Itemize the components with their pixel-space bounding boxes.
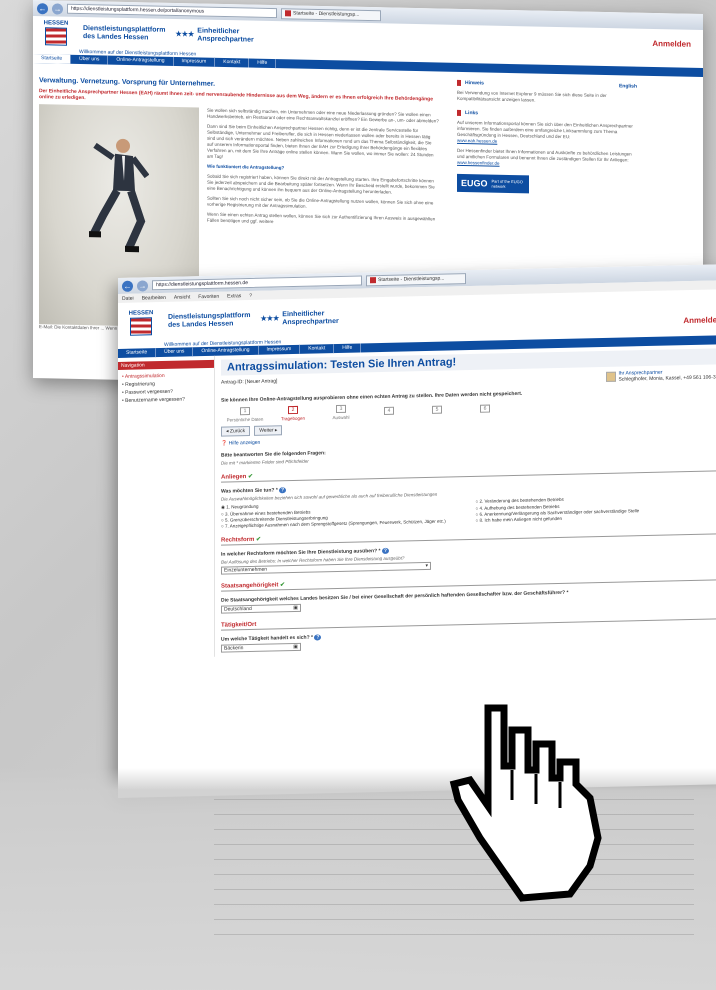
contact-person: Ihr Ansprechpartner Schlegthofer, Monia, … — [605, 368, 716, 383]
portal-title: Dienstleistungsplattform des Landes Hesse… — [83, 25, 166, 42]
staatsangehoerigkeit-input[interactable]: Deutschland ▣ — [221, 603, 301, 614]
info-icon[interactable]: ? — [314, 634, 322, 641]
pointer-hand-icon — [449, 704, 602, 902]
back-button[interactable]: ◂ Zurück — [221, 426, 251, 437]
back-icon[interactable]: ← — [37, 2, 48, 14]
favicon-icon — [370, 277, 376, 284]
check-icon: ✔ — [280, 582, 286, 589]
nav-benutzername-vergessen[interactable]: • Benutzername vergessen? — [118, 395, 214, 405]
step-5[interactable]: 5 — [413, 405, 461, 416]
nav-hilfe[interactable]: Hilfe — [249, 58, 277, 69]
menu-help[interactable]: ? — [249, 292, 252, 298]
links-heading: Links — [457, 109, 637, 120]
lookup-icon[interactable]: ▣ — [293, 605, 298, 612]
hinweis-box: Hinweis English Bei Verwendung von Inter… — [457, 79, 637, 103]
antrag-content: Navigation • Antragssimulation • Registr… — [118, 344, 716, 659]
info-icon[interactable]: ? — [381, 547, 389, 555]
browser-tab-front[interactable]: Startseite - Dienstleistungsp... — [366, 272, 466, 286]
browser-tab[interactable]: Startseite - Dienstleistungsp... — [281, 7, 381, 21]
hessen-logo[interactable]: HESSEN — [39, 20, 73, 46]
reflection-line — [214, 919, 694, 925]
crest-icon — [45, 26, 67, 46]
address-bar-front[interactable]: https://dienstleistungsplattform.hessen.… — [152, 275, 362, 291]
antrag-main: Antragssimulation: Testen Sie Ihren Antr… — [214, 344, 716, 657]
check-icon: ✔ — [256, 536, 262, 543]
nav-kontakt[interactable]: Kontakt — [215, 57, 250, 68]
lookup-icon[interactable]: ▣ — [293, 644, 298, 651]
running-businessman-image — [89, 138, 149, 253]
left-navigation: Navigation • Antragssimulation • Registr… — [118, 356, 214, 659]
english-link[interactable]: English — [619, 83, 637, 89]
address-bar[interactable]: https://dienstleistungsplattform.hessen.… — [67, 3, 277, 19]
check-icon: ✔ — [248, 473, 254, 481]
forward-icon[interactable]: → — [137, 279, 148, 292]
nav-startseite[interactable]: Startseite — [33, 54, 72, 64]
step-1[interactable]: 1 Persönliche Daten — [221, 407, 269, 423]
menu-favoriten[interactable]: Favoriten — [198, 293, 219, 299]
login-link[interactable]: Anmelden — [652, 39, 691, 49]
eap-logo: ★★★ Einheitlicher Ansprechpartner — [175, 27, 254, 44]
help-icon: ❓ — [221, 440, 228, 447]
hinweis-heading: Hinweis English — [457, 79, 637, 90]
hessen-logo[interactable]: HESSEN — [124, 310, 158, 336]
nav-online-antragstellung[interactable]: Online-Antragstellung — [108, 55, 174, 66]
step-2[interactable]: 2 Tragebogen — [269, 405, 317, 421]
eugo-logo[interactable]: EUGO Part of the EUGO network — [457, 173, 529, 194]
nav-impressum[interactable]: Impressum — [173, 56, 216, 67]
antrag-id: Antrag-ID: [Neuer Antrag] — [221, 378, 278, 386]
eap-logo: ★★★ Einheitlicher Ansprechpartner — [260, 310, 339, 327]
links-box: Links Auf unserem Informationsportal kön… — [457, 109, 637, 170]
next-button[interactable]: Weiter ▸ — [254, 425, 283, 436]
info-icon[interactable]: ? — [279, 487, 287, 494]
favicon-icon — [285, 10, 291, 17]
step-3[interactable]: 3 Auswahl — [317, 404, 365, 420]
crest-icon — [130, 316, 152, 336]
nav-ueber-uns[interactable]: Über uns — [71, 54, 109, 65]
taetigkeit-input[interactable]: Bäckerin ▣ — [221, 642, 301, 653]
menu-bearbeiten[interactable]: Bearbeiten — [142, 294, 166, 301]
navigation-title: Navigation — [118, 359, 214, 370]
menu-datei[interactable]: Datei — [122, 295, 134, 301]
menu-ansicht[interactable]: Ansicht — [174, 294, 190, 300]
menu-extras[interactable]: Extras — [227, 293, 241, 299]
chevron-down-icon: ▾ — [425, 562, 428, 570]
stars-icon: ★★★ — [175, 30, 195, 39]
step-4[interactable]: 4 — [365, 406, 413, 417]
login-link-front[interactable]: Anmelden — [683, 315, 716, 325]
portal-title: Dienstleistungsplattform des Landes Hesse… — [168, 311, 251, 329]
step-6[interactable]: 6 — [461, 404, 509, 415]
avatar — [605, 371, 616, 382]
back-icon[interactable]: ← — [122, 280, 133, 292]
stars-icon: ★★★ — [260, 315, 280, 323]
forward-icon[interactable]: → — [52, 2, 63, 15]
reflection-line — [214, 934, 694, 940]
